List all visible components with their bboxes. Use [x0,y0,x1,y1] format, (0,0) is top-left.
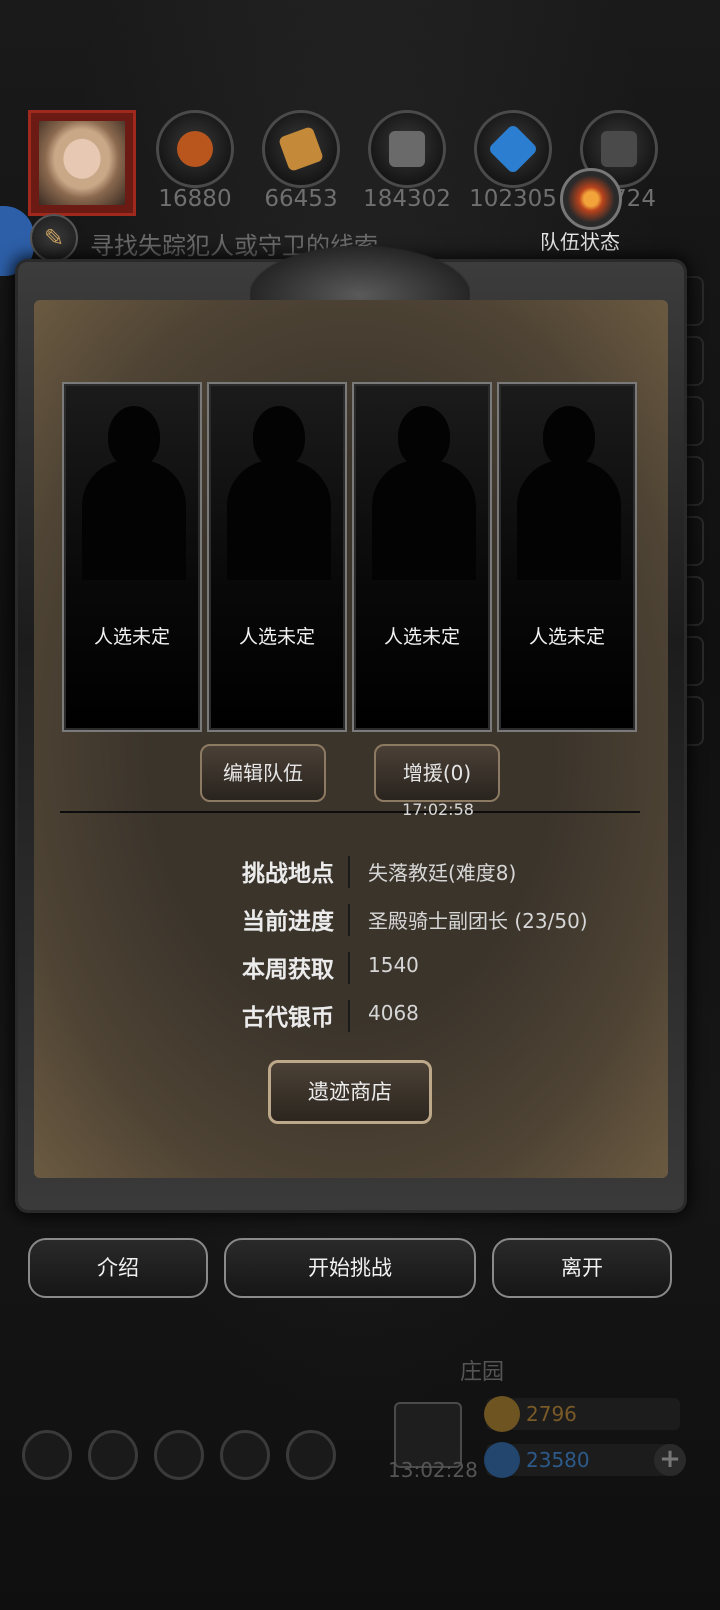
info-row-silver: 古代银币 4068 [210,998,650,1034]
iron-resource-icon[interactable] [368,110,446,188]
silhouette-icon [253,406,305,468]
info-row-weekly: 本周获取 1540 [210,950,650,986]
info-row-progress: 当前进度 圣殿骑士副团长 (23/50) [210,902,650,938]
info-key: 挑战地点 [242,861,334,887]
team-slot-1[interactable]: 人选未定 [62,382,202,732]
info-separator [348,904,350,936]
reinforce-button[interactable]: 增援(0) [374,744,500,802]
food-resource-icon[interactable] [156,110,234,188]
gold-value: 2796 [526,1402,577,1426]
gift-timer: 13:02:28 [388,1458,478,1482]
gold-icon [484,1396,520,1432]
food-value: 16880 [158,186,232,212]
edit-team-button[interactable]: 编辑队伍 [200,744,326,802]
right-edge-tab [682,396,704,446]
star-icon[interactable] [88,1430,138,1480]
gem-icon [484,1442,520,1478]
reinforce-timer: 17:02:58 [402,800,474,819]
info-row-location: 挑战地点 失落教廷(难度8) [210,854,650,890]
slot-label: 人选未定 [528,626,605,648]
mail-icon[interactable] [220,1430,270,1480]
right-edge-tab [682,276,704,326]
silhouette-body [227,460,331,580]
player-avatar[interactable] [28,110,136,216]
info-value: 1540 [368,953,419,977]
iron-value: 184302 [363,186,451,212]
banner-icon[interactable] [154,1430,204,1480]
silhouette-icon [398,406,450,468]
right-edge-tab [682,636,704,686]
slot-label: 人选未定 [383,626,460,648]
silhouette-body [517,460,621,580]
map-icon[interactable] [286,1430,336,1480]
team-status-icon[interactable] [560,168,622,230]
leave-button[interactable]: 离开 [492,1238,672,1298]
info-separator [348,856,350,888]
silhouette-icon [543,406,595,468]
intro-button[interactable]: 介绍 [28,1238,208,1298]
info-value: 失落教廷(难度8) [368,861,517,885]
manor-label[interactable]: 庄园 [460,1354,504,1386]
slot-label: 人选未定 [93,626,170,648]
right-edge-tab [682,576,704,626]
start-challenge-button[interactable]: 开始挑战 [224,1238,476,1298]
silhouette-icon [108,406,160,468]
silhouette-body [372,460,476,580]
wood-resource-icon[interactable] [262,110,340,188]
team-slot-3[interactable]: 人选未定 [352,382,492,732]
avatar-portrait [39,121,125,205]
ruins-shop-button[interactable]: 遗迹商店 [268,1060,432,1124]
team-slot-2[interactable]: 人选未定 [207,382,347,732]
team-status-label[interactable]: 队伍状态 [540,226,620,255]
add-currency-icon[interactable]: + [654,1444,686,1476]
info-key: 本周获取 [242,957,334,983]
gem-value: 23580 [526,1448,590,1472]
crystal-resource-icon[interactable] [474,110,552,188]
crystal-value: 102305 [469,186,557,212]
silhouette-body [82,460,186,580]
slot-label: 人选未定 [238,626,315,648]
quest-scroll-icon[interactable]: ✎ [30,214,78,262]
wood-value: 66453 [264,186,338,212]
info-key: 当前进度 [242,909,334,935]
settings-gear-icon[interactable] [22,1430,72,1480]
info-value: 4068 [368,1001,419,1025]
info-separator [348,1000,350,1032]
section-divider [60,811,640,813]
right-edge-tab [682,696,704,746]
info-separator [348,952,350,984]
info-key: 古代银币 [242,1005,334,1031]
right-edge-tab [682,516,704,566]
info-value: 圣殿骑士副团长 (23/50) [368,909,588,933]
team-slot-4[interactable]: 人选未定 [497,382,637,732]
right-edge-tab [682,456,704,506]
right-edge-tab [682,336,704,386]
